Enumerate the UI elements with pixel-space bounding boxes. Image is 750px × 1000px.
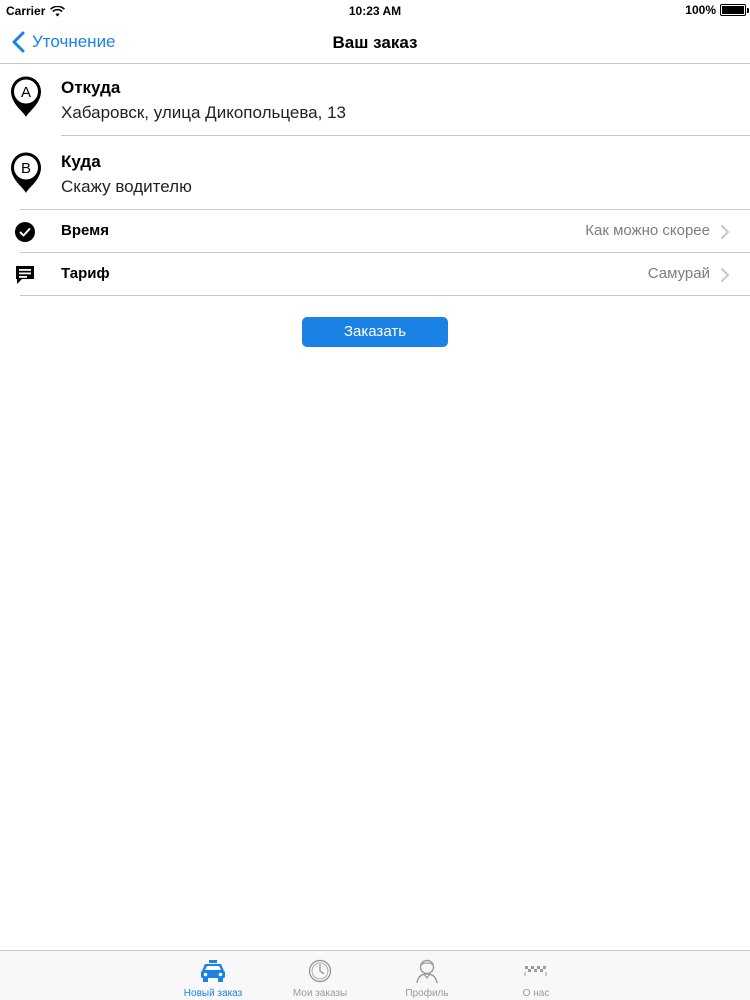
battery-fill bbox=[722, 6, 744, 14]
chat-bubble-icon bbox=[16, 266, 34, 284]
route-from-value: Хабаровск, улица Дикопольцева, 13 bbox=[61, 103, 346, 122]
map-pin-a-icon: A bbox=[11, 76, 41, 117]
route-to-label: Куда bbox=[61, 152, 101, 171]
separator bbox=[61, 135, 750, 136]
tariff-row[interactable]: Тариф Самурай bbox=[0, 253, 750, 296]
tab-label: О нас bbox=[522, 988, 550, 999]
map-pin-b-icon: B bbox=[11, 152, 41, 193]
tab-label: Новый заказ bbox=[183, 988, 243, 999]
tab-label: Мои заказы bbox=[292, 988, 348, 999]
status-right: 100% bbox=[685, 3, 749, 17]
time-value: Как можно скорее bbox=[585, 222, 710, 239]
marker-a-letter: A bbox=[21, 84, 31, 101]
chevron-right-icon bbox=[721, 225, 729, 239]
status-time: 10:23 AM bbox=[348, 4, 402, 18]
taxi-checker-icon bbox=[524, 966, 547, 976]
tariff-value: Самурай bbox=[647, 265, 710, 282]
tariff-label: Тариф bbox=[61, 265, 110, 282]
route-to-row[interactable]: B Куда Скажу водителю bbox=[0, 137, 750, 209]
chevron-left-icon bbox=[12, 31, 25, 53]
tab-my-orders[interactable]: Мои заказы bbox=[280, 951, 360, 1000]
separator bbox=[20, 295, 750, 296]
back-label: Уточнение bbox=[32, 32, 116, 51]
clock-icon bbox=[15, 222, 35, 242]
tab-about[interactable]: О нас bbox=[496, 951, 576, 1000]
chevron-right-icon bbox=[721, 268, 729, 282]
person-icon bbox=[416, 959, 438, 984]
tab-profile[interactable]: Профиль bbox=[387, 951, 467, 1000]
time-label: Время bbox=[61, 222, 109, 239]
nav-bar: Уточнение Ваш заказ bbox=[0, 22, 750, 64]
route-from-label: Откуда bbox=[61, 78, 121, 97]
order-button[interactable]: Заказать bbox=[302, 317, 448, 347]
tab-label: Профиль bbox=[405, 988, 449, 999]
marker-b-letter: B bbox=[21, 160, 31, 177]
status-bar: Carrier 10:23 AM 100% bbox=[0, 0, 750, 22]
battery-percent: 100% bbox=[685, 3, 716, 17]
clock-icon bbox=[308, 959, 332, 983]
battery-icon bbox=[720, 4, 749, 16]
route-from-row[interactable]: A Откуда Хабаровск, улица Дикопольцева, … bbox=[0, 64, 750, 136]
back-button[interactable]: Уточнение bbox=[10, 30, 116, 54]
route-to-value: Скажу водителю bbox=[61, 177, 192, 196]
time-row[interactable]: Время Как можно скорее bbox=[0, 210, 750, 253]
tab-bar: Новый заказ Мои заказы Профиль О нас bbox=[0, 950, 750, 1000]
tab-new-order[interactable]: Новый заказ bbox=[173, 951, 253, 1000]
taxi-icon bbox=[201, 960, 225, 982]
